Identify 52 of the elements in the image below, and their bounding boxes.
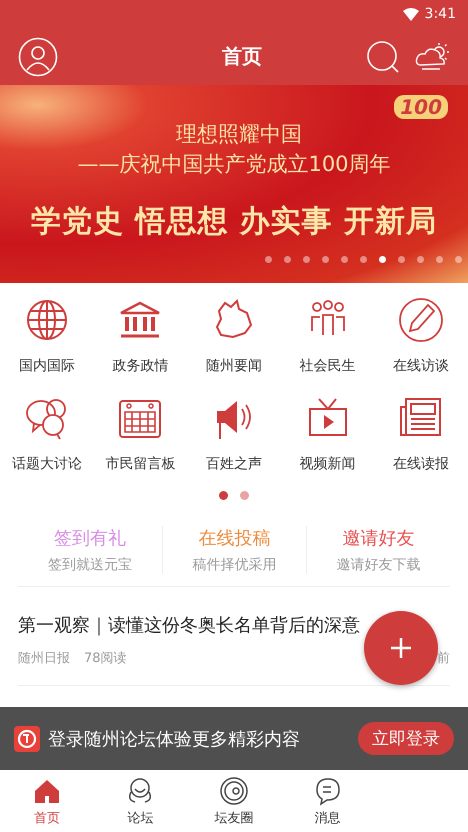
- pager-dot[interactable]: [436, 256, 443, 263]
- pager-dot[interactable]: [398, 256, 405, 263]
- quick-link-subtitle: 签到就送元宝: [48, 556, 132, 574]
- forum-logo-icon: [14, 726, 40, 752]
- pager-dot[interactable]: [360, 256, 367, 263]
- read-count: 78阅读: [84, 650, 127, 667]
- pager-dot[interactable]: [455, 256, 462, 263]
- channel-label[interactable]: 话题大讨论: [12, 455, 82, 473]
- pager-dot[interactable]: [219, 491, 228, 500]
- search-icon[interactable]: [366, 40, 400, 74]
- quick-link-subtitle: 邀请好友下载: [336, 556, 420, 574]
- article-time: 前: [437, 650, 450, 667]
- banner-subheadline: ——庆祝中国共产党成立100周年: [77, 151, 391, 178]
- quick-link-title[interactable]: 邀请好友: [342, 526, 414, 550]
- pager-dot[interactable]: [417, 256, 424, 263]
- login-prompt-text: 登录随州论坛体验更多精彩内容: [48, 728, 301, 750]
- channel-label[interactable]: 在线读报: [393, 455, 450, 473]
- pager-dot[interactable]: [265, 256, 272, 263]
- tab-item[interactable]: 消息: [280, 770, 374, 832]
- channel-label[interactable]: 在线访谈: [393, 357, 450, 375]
- channel-label[interactable]: 国内国际: [18, 357, 75, 375]
- banner-headline: 理想照耀中国: [175, 121, 302, 148]
- channel-label[interactable]: 社会民生: [300, 357, 356, 375]
- pager-dot[interactable]: [303, 256, 310, 263]
- pager-dot[interactable]: [240, 491, 249, 500]
- article-title[interactable]: 第一观察｜读懂这份冬奥长名单背后的深意: [18, 613, 450, 639]
- wifi-icon: [402, 8, 419, 20]
- weather-icon[interactable]: [414, 42, 450, 72]
- plus-icon: [391, 638, 411, 658]
- article-source: 随州日报: [18, 650, 70, 667]
- login-button[interactable]: 立即登录: [358, 722, 454, 755]
- channel-label[interactable]: 视频新闻: [300, 455, 356, 473]
- orbit-icon: [218, 776, 249, 806]
- anniversary-emblem: 100: [394, 95, 448, 119]
- pager-dot[interactable]: [322, 256, 329, 263]
- pager-dot[interactable]: [341, 256, 348, 263]
- pencil-icon[interactable]: [398, 297, 444, 343]
- banner-slogan: 学党史 悟思想 办实事 开新局: [30, 203, 438, 241]
- add-button[interactable]: [364, 611, 438, 685]
- channel-label[interactable]: 政务政情: [112, 357, 168, 375]
- channel-label[interactable]: 市民留言板: [105, 455, 176, 473]
- status-time: 3:41: [424, 6, 456, 22]
- tab-item[interactable]: 坛友圈: [187, 770, 281, 832]
- channel-label[interactable]: 随州要闻: [206, 357, 262, 375]
- pager-dot[interactable]: [379, 256, 386, 263]
- tab-item[interactable]: 论坛: [94, 770, 188, 832]
- user-icon[interactable]: [18, 36, 58, 76]
- page-title: 首页: [221, 43, 263, 70]
- pager-dot[interactable]: [284, 256, 291, 263]
- tab-item[interactable]: 首页: [0, 770, 94, 832]
- quick-link-subtitle: 稿件择优采用: [192, 556, 276, 574]
- channel-label[interactable]: 百姓之声: [206, 455, 262, 473]
